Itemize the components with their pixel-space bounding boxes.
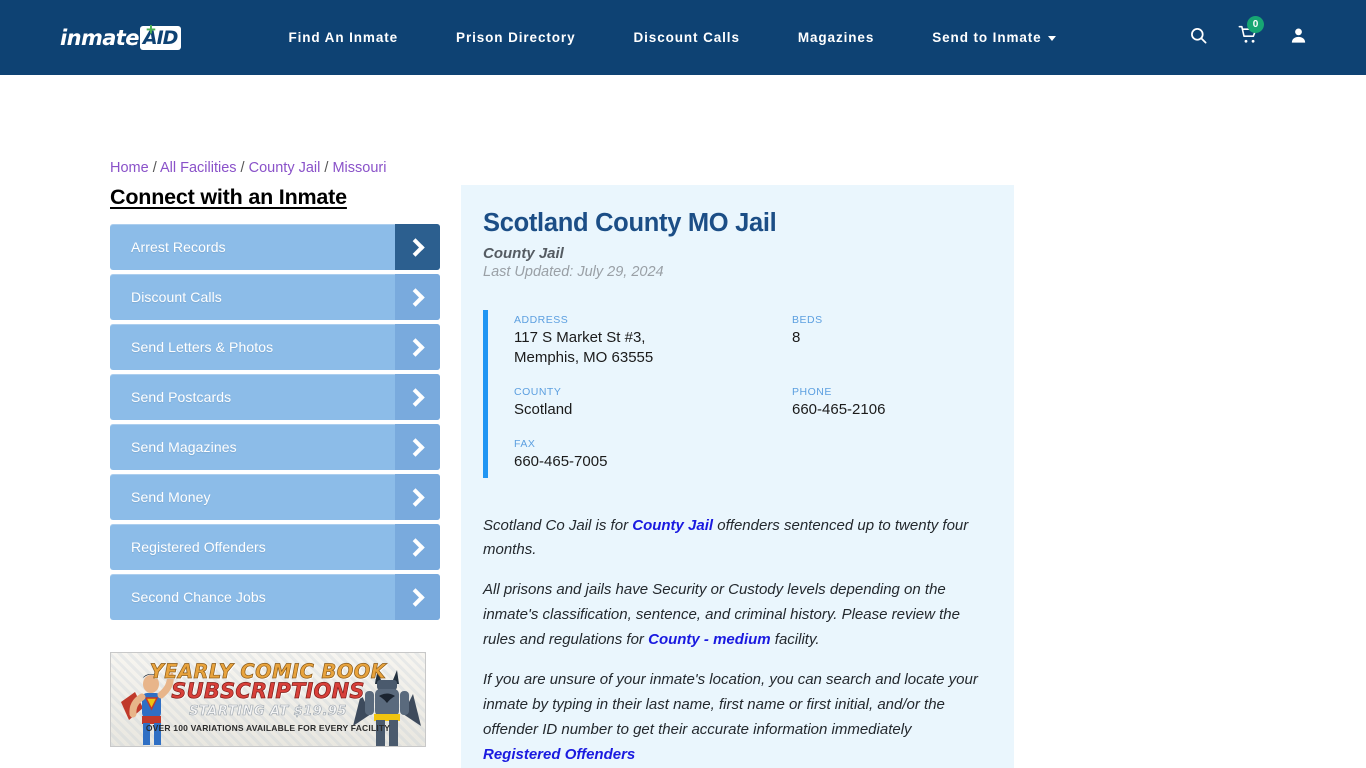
sidebar-item-send-magazines[interactable]: Send Magazines [110,424,440,470]
sidebar-item-label: Send Postcards [131,389,232,405]
p1-text-a: Scotland Co Jail is for [483,516,633,534]
info-cell-county: COUNTY Scotland [514,386,792,420]
breadcrumb-item-county-jail[interactable]: County Jail [249,160,321,176]
sidebar-item-arrest-records[interactable]: Arrest Records [110,224,440,270]
facility-type: County Jail [483,245,564,263]
nav-label: Send to Inmate [932,30,1042,45]
chevron-down-icon [1047,36,1056,41]
chevron-right-icon [395,474,440,520]
sidebar-item-send-letters-photos[interactable]: Send Letters & Photos [110,324,440,370]
logo-word: inmate [60,25,139,50]
chevron-right-icon [395,374,440,420]
nav-item-magazines[interactable]: Magazines [769,30,903,45]
sidebar-item-label: Discount Calls [131,289,222,305]
info-label-phone: PHONE [792,385,832,398]
nav-label: Discount Calls [633,30,740,45]
sidebar: Connect with an Inmate Arrest Records Di… [110,185,440,768]
chevron-right-icon [395,324,440,370]
link-registered-offenders[interactable]: Registered Offenders [483,746,635,763]
ad-subtext: OVER 100 VARIATIONS AVAILABLE FOR EVERY … [145,723,391,733]
info-cell-phone: PHONE 660-465-2106 [792,386,988,420]
breadcrumb: Home / All Facilities / County Jail / Mi… [110,160,386,176]
site-logo[interactable]: inmate + AID [60,19,182,53]
sidebar-item-registered-offenders[interactable]: Registered Offenders [110,524,440,570]
nav-label: Find An Inmate [288,30,399,45]
cart-count-badge: 0 [1247,16,1264,33]
ad-headline-2: SUBSCRIPTIONS [171,679,365,704]
facility-info-block: ADDRESS 117 S Market St #3, Memphis, MO … [483,310,988,478]
address-line-1: 117 S Market St #3, [514,329,646,347]
ad-price-text: STARTING AT $19.95 [189,704,347,720]
nav-item-prison-directory[interactable]: Prison Directory [427,30,604,45]
description-paragraph-1: Scotland Co Jail is for County Jail offe… [483,514,988,564]
sidebar-item-discount-calls[interactable]: Discount Calls [110,274,440,320]
breadcrumb-separator: / [148,160,160,176]
chevron-right-icon [395,524,440,570]
shopping-cart-icon[interactable]: 0 [1238,16,1264,50]
sidebar-item-label: Arrest Records [131,239,226,255]
last-updated: Last Updated: July 29, 2024 [483,264,664,281]
nav-item-find-an-inmate[interactable]: Find An Inmate [259,30,427,45]
info-cell-beds: BEDS 8 [792,314,988,368]
site-header: inmate + AID Find An Inmate Prison Direc… [0,0,1366,75]
breadcrumb-item-missouri[interactable]: Missouri [332,160,386,176]
sidebar-item-label: Send Letters & Photos [131,339,274,355]
info-label-beds: BEDS [792,314,823,327]
breadcrumb-item-all-facilities[interactable]: All Facilities [160,160,237,176]
nav-item-discount-calls[interactable]: Discount Calls [604,30,768,45]
sidebar-item-label: Send Money [131,489,211,505]
nav-label: Prison Directory [456,30,576,45]
p3-text-a: If you are unsure of your inmate's locat… [483,670,978,738]
user-account-icon[interactable] [1289,26,1308,50]
sidebar-item-label: Second Chance Jobs [131,589,266,605]
link-county-medium[interactable]: County - medium [648,631,771,648]
comic-book-subscription-ad[interactable]: YEARLY COMIC BOOK SUBSCRIPTIONS STARTING… [110,652,426,747]
sidebar-item-label: Registered Offenders [131,539,266,555]
search-icon[interactable] [1189,26,1208,50]
p2-text-b: facility. [770,631,820,649]
info-label-fax: FAX [514,437,536,450]
info-value-beds: 8 [792,329,801,347]
sidebar-item-send-money[interactable]: Send Money [110,474,440,520]
info-cell-address: ADDRESS 117 S Market St #3, Memphis, MO … [514,314,792,368]
sidebar-item-send-postcards[interactable]: Send Postcards [110,374,440,420]
breadcrumb-item-home[interactable]: Home [110,160,149,176]
nav-label: Magazines [797,30,875,45]
breadcrumb-separator: / [320,160,333,176]
facility-panel: Scotland County MO Jail County Jail Last… [461,185,1014,768]
breadcrumb-separator: / [236,160,249,176]
chevron-right-icon [395,224,440,270]
description-paragraph-3: If you are unsure of your inmate's locat… [483,668,988,768]
page-body: Home / All Facilities / County Jail / Mi… [0,75,1366,768]
logo-plus-icon: + [146,19,156,39]
content-row: Connect with an Inmate Arrest Records Di… [0,75,1014,768]
info-value-fax: 660-465-7005 [514,452,608,470]
info-label-county: COUNTY [514,385,562,398]
main-column: Scotland County MO Jail County Jail Last… [461,185,1014,768]
sidebar-title: Connect with an Inmate [110,185,347,209]
chevron-right-icon [395,574,440,620]
info-label-address: ADDRESS [514,314,569,327]
info-cell-fax: FAX 660-465-7005 [514,438,792,472]
sidebar-item-second-chance-jobs[interactable]: Second Chance Jobs [110,574,440,620]
info-value-phone: 660-465-2106 [792,400,886,418]
info-value-address: 117 S Market St #3, Memphis, MO 63555 [514,328,792,368]
link-county-jail[interactable]: County Jail [632,517,713,534]
info-value-county: Scotland [514,400,573,418]
address-line-2: Memphis, MO 63555 [514,349,654,367]
description-paragraph-2: All prisons and jails have Security or C… [483,578,988,653]
main-navigation: Find An Inmate Prison Directory Discount… [259,30,1084,45]
sidebar-item-label: Send Magazines [131,439,237,455]
nav-item-send-to-inmate[interactable]: Send to Inmate [903,30,1084,45]
info-cell-empty [792,438,988,472]
chevron-right-icon [395,274,440,320]
facility-description: Scotland Co Jail is for County Jail offe… [483,514,988,768]
page-title: Scotland County MO Jail [483,209,777,237]
chevron-right-icon [395,424,440,470]
header-icon-group: 0 [1189,16,1338,50]
